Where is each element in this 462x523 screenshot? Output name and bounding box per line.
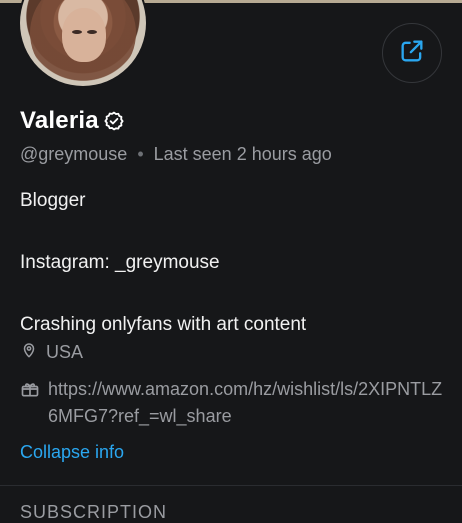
avatar-eye-left [72,30,82,34]
location-row: USA [20,340,83,365]
subscription-section-title: SUBSCRIPTION [20,502,168,522]
wishlist-link[interactable]: https://www.amazon.com/hz/wishlist/ls/2X… [48,376,450,430]
location-text: USA [46,342,84,362]
meta-separator: • [137,144,144,164]
bio-spacer [20,278,440,309]
profile-bio: Blogger Instagram: _greymouse Crashing o… [20,185,440,340]
avatar[interactable] [20,0,146,86]
location-pin-icon [20,340,38,365]
bio-line: Instagram: _greymouse [20,252,220,273]
share-button[interactable] [382,23,442,83]
bio-line: Blogger [20,190,86,211]
section-divider [0,485,462,486]
wishlist-row[interactable]: https://www.amazon.com/hz/wishlist/ls/2X… [20,376,450,430]
collapse-info-link[interactable]: Collapse info [20,442,124,463]
profile-name: Valeria [20,107,99,134]
profile-handle: @greymouse [20,144,128,164]
bio-line: Crashing onlyfans with art content [20,314,307,335]
avatar-face [62,8,106,62]
gift-icon [20,376,40,430]
verified-badge-icon [103,110,125,132]
profile-name-row: Valeria [20,107,125,135]
bio-spacer [20,216,440,247]
avatar-eye-right [87,30,97,34]
share-icon [398,37,426,70]
last-seen-status: Last seen 2 hours ago [153,144,332,164]
profile-meta: @greymouse • Last seen 2 hours ago [20,144,332,165]
